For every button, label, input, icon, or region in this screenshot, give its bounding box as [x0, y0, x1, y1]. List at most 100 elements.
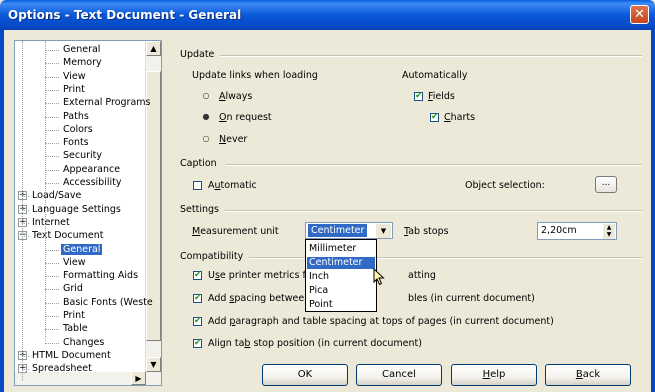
chevron-down-icon[interactable]: ▼ [376, 224, 391, 238]
tree-item[interactable]: Language Settings [30, 203, 123, 216]
tree-item[interactable]: Paths [61, 110, 91, 123]
label-rest: stop position (in current document) [250, 338, 422, 349]
printer-metrics-checkbox[interactable]: ✔ [193, 271, 202, 280]
tree-item[interactable]: Fonts [61, 136, 91, 149]
automatic-checkbox[interactable] [193, 181, 202, 190]
measurement-unit-select[interactable]: Centimeter ▼ [305, 222, 393, 239]
object-selection-browse-button[interactable]: ... [595, 176, 617, 193]
tree-item-label: Text Document [32, 230, 104, 242]
unit-option[interactable]: Pica [307, 285, 375, 297]
measurement-unit-value: Centimeter [308, 224, 368, 237]
back-button[interactable]: Back [545, 364, 631, 386]
label-prefix: Add [208, 293, 230, 304]
radio-on-request-label[interactable]: On request [219, 112, 272, 123]
paragraph-spacing-label[interactable]: Add paragraph and table spacing at tops … [208, 316, 554, 327]
mnemonic: M [192, 226, 201, 237]
tree-item[interactable]: Accessibility [61, 176, 123, 189]
scroll-right-button[interactable]: ▶ [131, 371, 146, 385]
tree-item-label: Table [63, 323, 88, 335]
tree-item[interactable]: Memory [61, 56, 104, 69]
object-selection-label: Object selection: [465, 180, 545, 191]
tree-item-label: Accessibility [63, 177, 122, 188]
tree-item[interactable]: Internet [30, 216, 72, 229]
tree-item[interactable]: HTML Document [30, 349, 113, 362]
spacing-between-label[interactable]: Add spacing between [208, 293, 310, 304]
tree-vertical-scrollbar[interactable]: ▲ ▼ [145, 41, 161, 374]
tree-item[interactable]: Print [61, 83, 87, 96]
update-links-label: Update links when loading [192, 70, 318, 81]
tree-item-label: General [61, 243, 103, 255]
help-button[interactable]: Help [451, 364, 537, 386]
tree-connector [22, 369, 29, 371]
unit-option[interactable]: Inch [307, 271, 375, 283]
unit-option[interactable]: Centimeter [307, 257, 375, 269]
radio-on-icon: ● [202, 112, 210, 121]
arrow-up-icon: ▲ [150, 44, 157, 53]
ok-button[interactable]: OK [262, 364, 348, 386]
tree-item[interactable]: General [61, 243, 103, 256]
tree-item[interactable]: Print [61, 309, 87, 322]
radio-always[interactable]: ○ [202, 92, 210, 100]
align-tab-stop-checkbox[interactable]: ✔ [193, 339, 202, 348]
charts-checkbox[interactable]: ✔ [430, 113, 439, 122]
unit-option[interactable]: Point [307, 299, 375, 311]
options-dialog: Options - Text Document - General ✕ ▲ ▼ … [0, 0, 655, 392]
title-bar[interactable]: Options - Text Document - General ✕ [0, 0, 655, 30]
radio-never[interactable]: ○ [202, 135, 210, 143]
scroll-up-button[interactable]: ▲ [146, 41, 161, 56]
label-rest: easurement unit [200, 226, 279, 237]
spacing-between-checkbox[interactable]: ✔ [193, 294, 202, 303]
tree-connector [45, 50, 59, 51]
tree-item-label: Formatting Aids [63, 270, 139, 282]
tree-item[interactable]: Formatting Aids [61, 269, 140, 282]
tree-item[interactable]: Changes [61, 336, 106, 349]
tree-item-label: Paths [63, 110, 89, 122]
unit-option[interactable]: Millimeter [307, 243, 375, 255]
paragraph-spacing-checkbox[interactable]: ✔ [193, 317, 202, 326]
align-tab-stop-label[interactable]: Align tab stop position (in current docu… [208, 338, 422, 349]
scroll-down-button[interactable]: ▼ [146, 357, 161, 372]
tree-item-label: Appearance [63, 163, 121, 175]
tab-stops-spinner[interactable]: 2,20cm ▲ ▼ [537, 222, 617, 240]
tree-connector [45, 276, 59, 278]
tree-item[interactable]: Appearance [61, 163, 122, 176]
spin-down-icon[interactable]: ▼ [603, 231, 615, 239]
automatic-label[interactable]: Automatic [208, 180, 257, 191]
options-tree[interactable]: ▲ ▼ ▶ General Memory View Print External Pro… [14, 40, 162, 386]
tree-item[interactable]: Load/Save [30, 189, 83, 202]
window-frame-left [0, 30, 4, 392]
window-frame-right [651, 30, 655, 392]
radio-on-request[interactable]: ● [202, 113, 210, 121]
spacing-between-label-tail: bles (in current document) [408, 293, 535, 304]
fields-checkbox[interactable]: ✔ [414, 92, 423, 101]
radio-never-label[interactable]: Never [219, 134, 247, 145]
fields-label[interactable]: Fields [428, 91, 455, 102]
tree-item[interactable]: Table [61, 322, 90, 335]
tree-item[interactable]: View [61, 70, 88, 83]
close-button[interactable]: ✕ [630, 5, 649, 24]
tree-item[interactable]: Grid [61, 282, 85, 295]
printer-metrics-label-tail: atting [408, 270, 436, 281]
tree-item-label: View [63, 70, 86, 82]
tree-item[interactable]: View [61, 256, 88, 269]
tree-item[interactable]: Spreadsheet [30, 362, 94, 375]
compatibility-heading: Compatibility [180, 251, 244, 262]
tree-item[interactable]: Basic Fonts (Weste [61, 296, 155, 309]
cancel-button[interactable]: Cancel [356, 364, 442, 386]
measurement-unit-dropdown[interactable]: Millimeter Centimeter Inch Pica Point [305, 239, 377, 312]
printer-metrics-label[interactable]: Use printer metrics f [208, 270, 306, 281]
radio-off-icon: ○ [202, 134, 210, 143]
radio-always-label[interactable]: Always [219, 91, 252, 102]
tree-item[interactable]: External Programs [61, 96, 152, 109]
label-rest: pacing between [234, 293, 311, 304]
tree-connector [45, 156, 59, 158]
tree-item[interactable]: Colors [61, 123, 95, 136]
tree-connector [45, 103, 59, 105]
charts-label[interactable]: Charts [444, 112, 475, 123]
tree-item[interactable]: Security [61, 149, 104, 162]
tree-item[interactable]: General [61, 43, 102, 56]
tree-connector [45, 342, 59, 344]
tree-item[interactable]: Text Document [30, 229, 105, 242]
tree-item-label: Internet [32, 216, 70, 228]
arrow-down-icon: ▼ [150, 360, 157, 369]
